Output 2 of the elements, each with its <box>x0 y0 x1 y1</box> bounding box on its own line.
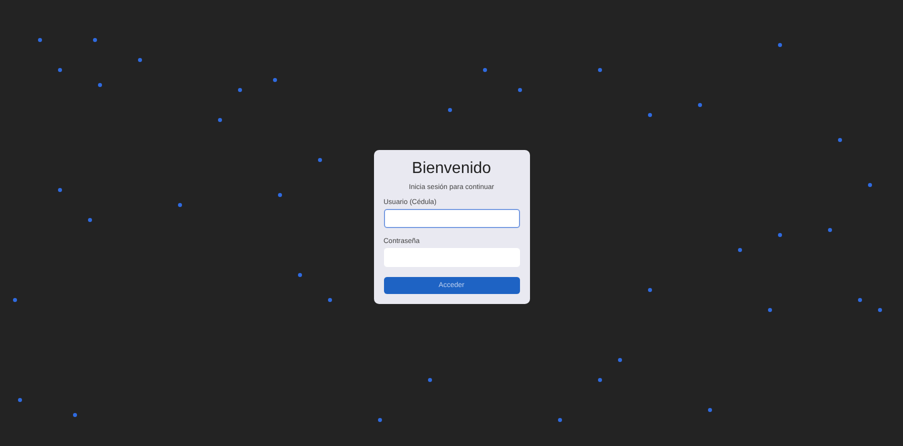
username-field[interactable] <box>384 209 520 228</box>
login-title: Bienvenido <box>410 160 492 178</box>
